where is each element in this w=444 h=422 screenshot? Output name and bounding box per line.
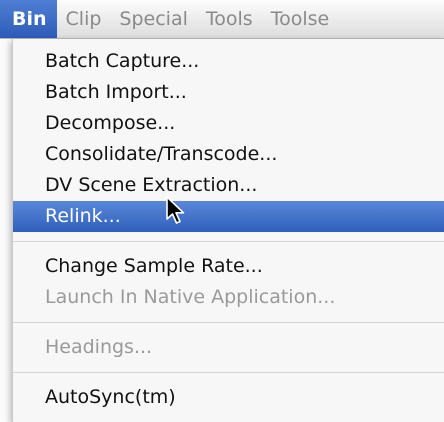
menu-item-change-sample-rate[interactable]: Change Sample Rate... (13, 251, 444, 282)
menu-toolset[interactable]: Toolse (262, 0, 339, 38)
menu-clip[interactable]: Clip (57, 0, 111, 38)
menu-item-dv-scene-extraction[interactable]: DV Scene Extraction... (13, 170, 444, 201)
menu-item-batch-import[interactable]: Batch Import... (13, 77, 444, 108)
menu-item-relink[interactable]: Relink... (13, 201, 444, 232)
menu-bin[interactable]: Bin (0, 0, 57, 38)
menu-separator (13, 363, 444, 382)
menu-tools[interactable]: Tools (197, 0, 262, 38)
menu-item-headings: Headings... (45, 336, 153, 358)
menu-separator (13, 232, 444, 251)
menu-item-decompose[interactable]: Decompose... (13, 108, 444, 139)
application-window: Bin Clip Special Tools Toolse Batch Capt… (0, 0, 444, 422)
menu-item-consolidate-transcode[interactable]: Consolidate/Transcode... (13, 139, 444, 170)
bin-dropdown-menu: Batch Capture... Batch Import... Decompo… (12, 39, 444, 422)
arrow-pointer-icon (166, 196, 185, 224)
menu-bar: Bin Clip Special Tools Toolse (0, 0, 444, 39)
menu-top-padding (13, 39, 444, 46)
menu-special[interactable]: Special (110, 0, 196, 38)
menu-item-launch-native-application: Launch In Native Application... (45, 286, 336, 308)
menu-separator (13, 313, 444, 332)
menu-item-batch-capture[interactable]: Batch Capture... (13, 46, 444, 77)
menu-item-autosync[interactable]: AutoSync(tm) (13, 382, 444, 413)
